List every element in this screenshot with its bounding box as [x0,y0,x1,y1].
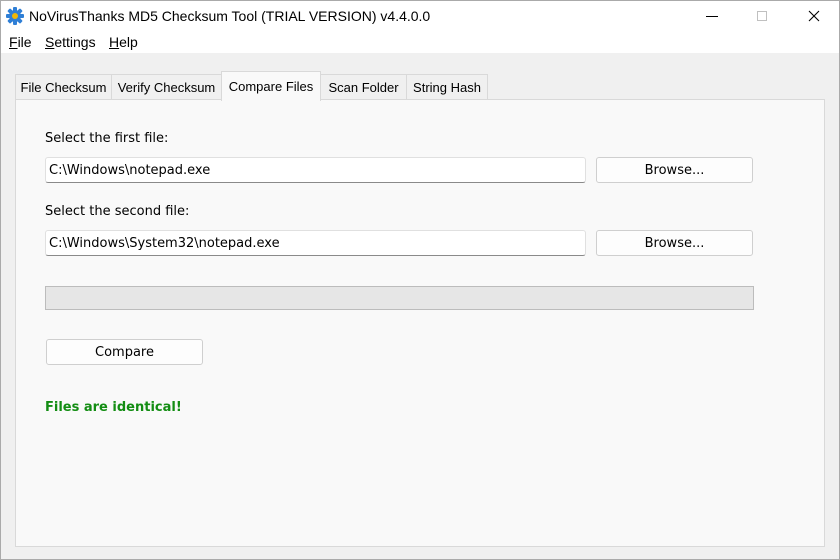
menu-settings[interactable]: Settings [45,34,96,50]
compare-progress-bar [45,286,754,310]
comparison-result: Files are identical! [45,400,182,415]
tab-string-hash[interactable]: String Hash [406,74,488,100]
window-title: NoVirusThanks MD5 Checksum Tool (TRIAL V… [29,8,431,24]
tab-verify-checksum[interactable]: Verify Checksum [111,74,222,100]
second-file-label: Select the second file: [45,204,190,219]
close-icon [808,10,820,22]
maximize-icon [757,11,767,21]
menu-help[interactable]: Help [109,34,138,50]
menu-bar: File Settings Help [1,31,839,53]
app-gear-icon [6,7,24,25]
tab-file-checksum[interactable]: File Checksum [15,74,112,100]
minimize-icon [706,16,718,17]
tab-compare-files[interactable]: Compare Files [221,71,321,101]
menu-file[interactable]: File [9,34,32,50]
browse-first-button[interactable]: Browse... [596,157,753,183]
compare-files-panel: Select the first file: C:\Windows\notepa… [15,99,825,547]
close-button[interactable] [789,1,839,31]
minimize-button[interactable] [687,1,737,31]
second-file-field[interactable]: C:\Windows\System32\notepad.exe [45,230,586,256]
app-window: NoVirusThanks MD5 Checksum Tool (TRIAL V… [0,0,840,560]
maximize-button[interactable] [737,1,787,31]
tab-scan-folder[interactable]: Scan Folder [320,74,407,100]
first-file-label: Select the first file: [45,131,169,146]
title-bar[interactable]: NoVirusThanks MD5 Checksum Tool (TRIAL V… [1,1,839,31]
compare-button[interactable]: Compare [46,339,203,365]
first-file-field[interactable]: C:\Windows\notepad.exe [45,157,586,183]
browse-second-button[interactable]: Browse... [596,230,753,256]
